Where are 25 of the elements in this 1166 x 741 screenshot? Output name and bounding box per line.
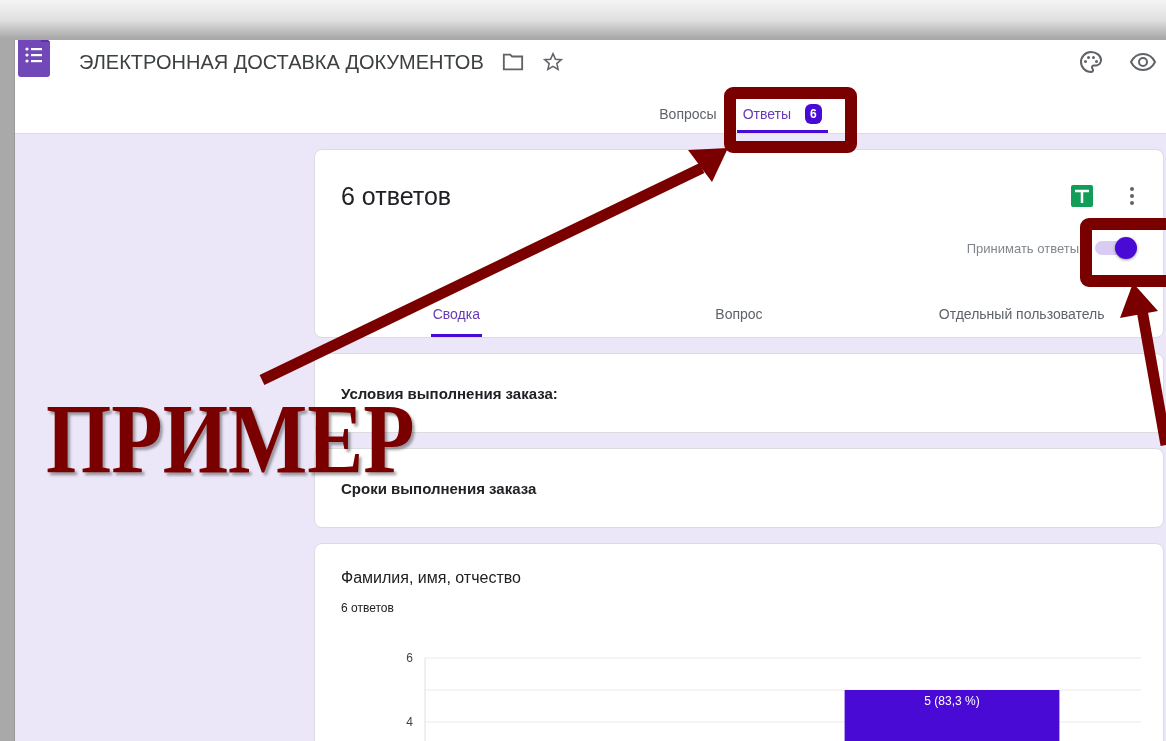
count-badge: 6 xyxy=(805,104,822,124)
tab[interactable]: Ответы 6 xyxy=(736,98,828,133)
annotation-label: ПРИМЕР xyxy=(46,404,415,474)
bar-value-label: 5 (83,3 %) xyxy=(924,694,980,708)
section-title: Условия выполнения заказа: xyxy=(341,384,558,402)
spreadsheet-icon[interactable] xyxy=(1071,185,1093,207)
view-tab[interactable]: Сводка xyxy=(430,292,482,337)
star-icon[interactable] xyxy=(541,52,564,72)
accept-responses-toggle[interactable] xyxy=(1093,237,1137,259)
accept-responses-label: Принимать ответы xyxy=(966,240,1079,256)
section-title: Сроки выполнения заказа xyxy=(341,479,537,497)
view-tab[interactable]: Вопрос xyxy=(713,292,765,337)
axis-tick-label: 6 xyxy=(406,651,413,665)
document-title[interactable]: ЭЛЕКТРОННАЯ ДОСТАВКА ДОКУМЕНТОВ xyxy=(79,50,484,74)
axis-tick-label: 4 xyxy=(406,715,413,729)
tab[interactable]: Вопросы xyxy=(653,98,723,133)
question-title: Фамилия, имя, отчество xyxy=(341,569,522,587)
eye-icon[interactable] xyxy=(1130,50,1156,74)
forms-logo-icon[interactable] xyxy=(18,40,50,77)
more-icon[interactable] xyxy=(1129,186,1135,206)
response-count-heading: 6 ответов xyxy=(341,181,452,211)
response-count: 6 ответов xyxy=(341,601,395,615)
folder-icon[interactable] xyxy=(501,52,524,72)
view-tab[interactable]: Отдельный пользователь xyxy=(936,292,1107,337)
palette-icon[interactable] xyxy=(1078,50,1104,74)
